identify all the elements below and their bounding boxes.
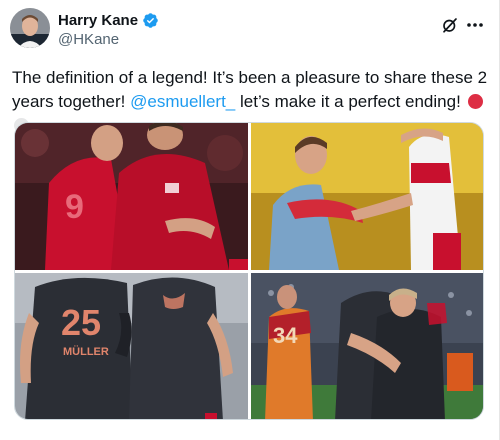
photo-embrace-red-kits[interactable]: 9 xyxy=(15,123,248,270)
media-grid: 9 25 MÜLLER 34 xyxy=(14,122,484,420)
author-name-row[interactable]: Harry Kane xyxy=(58,11,159,29)
photo-backs-image: 25 MÜLLER xyxy=(15,273,248,419)
tweet-text-part2: let’s make it a perfect ending! xyxy=(235,92,461,111)
photo-mueller-celebration-bib[interactable] xyxy=(251,123,483,270)
author-display-name[interactable]: Harry Kane xyxy=(58,12,138,29)
red-circle-emoji xyxy=(467,94,483,109)
jersey-number-25: 25 xyxy=(61,302,101,343)
grok-icon[interactable] xyxy=(441,16,459,34)
jersey-number-34: 34 xyxy=(273,323,298,348)
verified-badge-icon xyxy=(143,12,158,28)
more-options-icon[interactable] xyxy=(466,22,484,28)
photo-embrace-image: 9 xyxy=(15,123,248,270)
mention-link[interactable]: @esmuellert_ xyxy=(130,92,235,111)
jersey-number-9: 9 xyxy=(65,188,84,226)
tweet-card: Harry Kane @HKane The definition of a le… xyxy=(0,0,500,440)
author-handle[interactable]: @HKane xyxy=(58,31,119,48)
jersey-name-mueller: MÜLLER xyxy=(63,345,109,358)
photo-celebration-image xyxy=(251,123,483,270)
avatar[interactable] xyxy=(10,8,50,48)
photo-match-image: 34 xyxy=(251,273,483,419)
photo-kane-vs-galatasaray[interactable]: 34 xyxy=(251,273,483,419)
avatar-image xyxy=(10,8,50,48)
photo-backs-dark-kits[interactable]: 25 MÜLLER xyxy=(15,273,248,419)
